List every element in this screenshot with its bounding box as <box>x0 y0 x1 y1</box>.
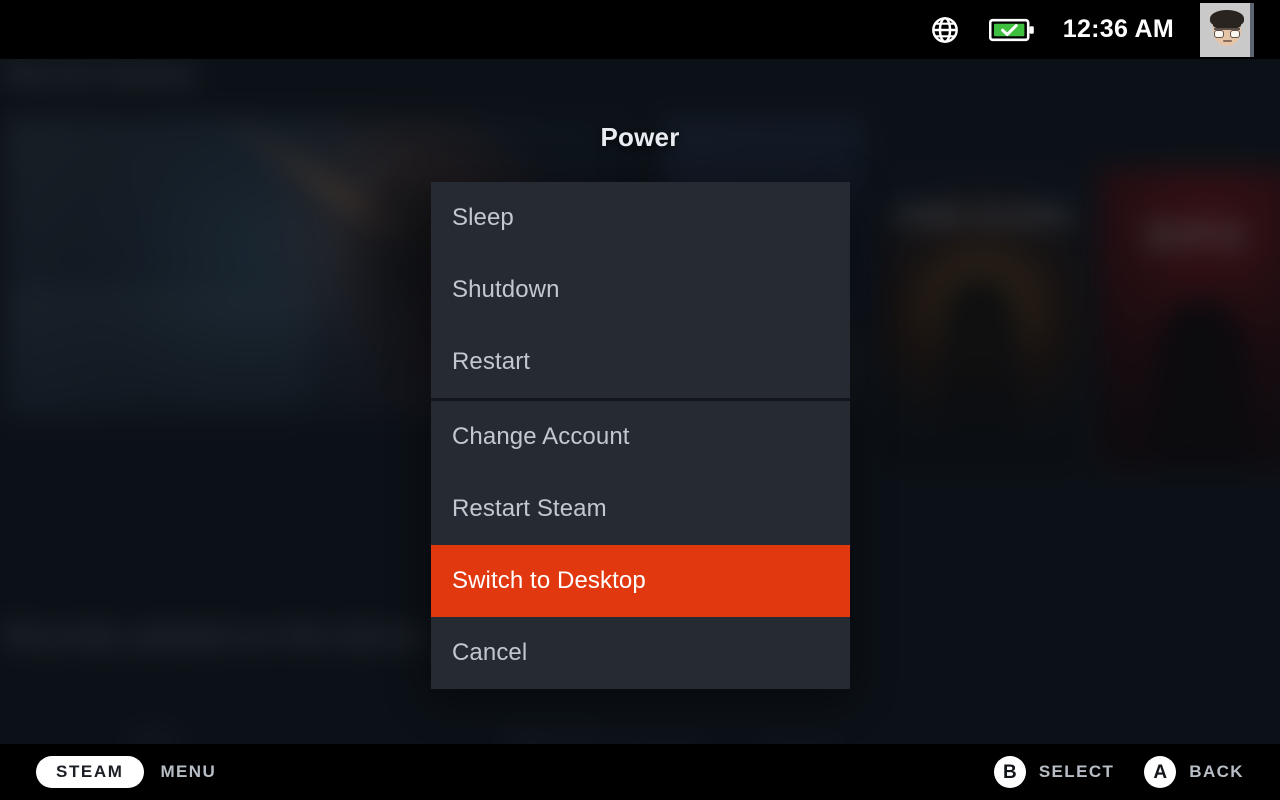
hint-select[interactable]: B SELECT <box>993 756 1115 788</box>
menu-item-restart-steam[interactable]: Restart Steam <box>431 473 850 545</box>
avatar-hair <box>1210 9 1244 29</box>
footer-right-group: B SELECT A BACK <box>964 756 1244 788</box>
menu-item-label: Sleep <box>452 204 514 231</box>
footer-hint-bar: STEAM MENU B SELECT A BACK <box>0 744 1280 800</box>
power-menu-list: Sleep Shutdown Restart Change Account Re… <box>431 182 850 689</box>
globe-network-icon <box>931 16 958 43</box>
menu-item-label: Shutdown <box>452 276 560 303</box>
avatar[interactable] <box>1200 2 1254 57</box>
menu-item-label: Change Account <box>452 423 630 450</box>
hint-back[interactable]: A BACK <box>1144 756 1244 788</box>
status-bar: 12:36 AM <box>0 0 1280 59</box>
steam-button-pill[interactable]: STEAM <box>36 756 144 788</box>
hint-back-label: BACK <box>1189 762 1244 781</box>
battery-icon-slot[interactable] <box>988 17 1063 43</box>
menu-item-sleep[interactable]: Sleep <box>431 182 850 254</box>
menu-item-change-account[interactable]: Change Account <box>431 401 850 473</box>
hint-select-label: SELECT <box>1038 762 1115 781</box>
menu-item-label: Restart Steam <box>452 495 607 522</box>
menu-item-label: Restart <box>452 348 531 375</box>
menu-item-cancel[interactable]: Cancel <box>431 617 850 689</box>
menu-item-restart[interactable]: Restart <box>431 326 850 398</box>
button-b-icon: B <box>993 756 1026 788</box>
menu-item-label: Cancel <box>452 639 528 666</box>
avatar-glasses <box>1214 27 1240 38</box>
footer-left-group: STEAM MENU <box>36 756 216 788</box>
menu-item-switch-to-desktop[interactable]: Switch to Desktop <box>431 545 850 617</box>
network-icon-slot[interactable] <box>931 16 989 44</box>
clock: 12:36 AM <box>1062 15 1174 43</box>
avatar-mouth <box>1223 39 1232 42</box>
steam-deck-screen: Recent Games TOMB RAIDER SIFU Recently u… <box>0 0 1280 800</box>
menu-hint-label: MENU <box>160 762 217 781</box>
menu-item-label: Switch to Desktop <box>452 567 646 594</box>
battery-charged-icon <box>988 18 1034 41</box>
button-a-icon: A <box>1144 756 1177 788</box>
menu-item-shutdown[interactable]: Shutdown <box>431 254 850 326</box>
